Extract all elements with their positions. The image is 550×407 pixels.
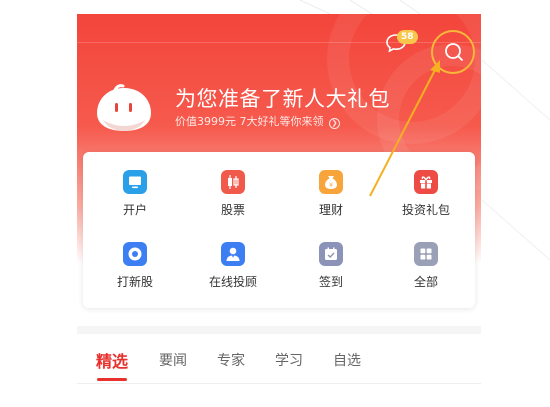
grid-item-new-stock[interactable]: 打新股	[100, 242, 170, 298]
calendar-check-icon	[319, 242, 343, 266]
grid-item-open-account[interactable]: 开户	[100, 170, 170, 226]
section-divider	[77, 326, 481, 334]
tab-watchlist[interactable]: 自选	[333, 350, 361, 370]
search-button[interactable]	[431, 30, 475, 74]
grid-item-wealth[interactable]: ¥ 理财	[296, 170, 366, 226]
new-stock-icon	[123, 242, 147, 266]
screenshot-canvas: 58 为您准备了新人大礼包 价值3999元 7大好礼等你来领 ❯ 开户 股票 ¥…	[0, 0, 550, 407]
app-home-screen: 58 为您准备了新人大礼包 价值3999元 7大好礼等你来领 ❯ 开户 股票 ¥…	[77, 14, 481, 407]
content-tabs: 精选 要闻 专家 学习 自选	[77, 334, 481, 384]
tab-experts[interactable]: 专家	[217, 350, 245, 370]
active-tab-indicator	[97, 378, 127, 381]
grid-item-label: 理财	[318, 203, 343, 217]
grid-item-all[interactable]: 全部	[391, 242, 461, 298]
tab-featured[interactable]: 精选	[96, 348, 128, 372]
grid-item-investment-gift[interactable]: 投资礼包	[391, 170, 461, 226]
monitor-icon	[123, 170, 147, 194]
grid-item-label: 全部	[413, 275, 438, 289]
search-icon	[445, 43, 463, 61]
gift-icon	[414, 170, 438, 194]
grid-item-check-in[interactable]: 签到	[296, 242, 366, 298]
promo-subtitle-link[interactable]: 价值3999元 7大好礼等你来领 ❯	[175, 113, 340, 129]
candlestick-icon	[221, 170, 245, 194]
promo-subtitle: 价值3999元 7大好礼等你来领	[175, 115, 324, 128]
grid-item-label: 开户	[122, 203, 147, 217]
grid-item-label: 股票	[220, 203, 245, 217]
tab-learning[interactable]: 学习	[275, 350, 303, 370]
message-count-badge: 58	[397, 30, 418, 44]
tab-news[interactable]: 要闻	[159, 350, 187, 370]
advisor-icon	[221, 242, 245, 266]
grid-item-online-advisor[interactable]: 在线投顾	[198, 242, 268, 298]
svg-text:¥: ¥	[329, 182, 333, 189]
grid-item-stocks[interactable]: 股票	[198, 170, 268, 226]
tabs-divider	[77, 383, 481, 384]
money-bag-icon: ¥	[319, 170, 343, 194]
grid-item-label: 签到	[318, 275, 343, 289]
grid-item-label: 打新股	[116, 275, 153, 289]
quick-entry-card: 开户 股票 ¥ 理财 投资礼包 打新股 在线投顾 签到 全部	[83, 152, 475, 308]
promo-title[interactable]: 为您准备了新人大礼包	[175, 83, 390, 113]
chevron-right-circle-icon: ❯	[329, 118, 340, 129]
grid-item-label: 在线投顾	[208, 275, 257, 289]
grid-icon	[414, 242, 438, 266]
mascot-icon	[97, 84, 151, 131]
grid-item-label: 投资礼包	[401, 203, 450, 217]
